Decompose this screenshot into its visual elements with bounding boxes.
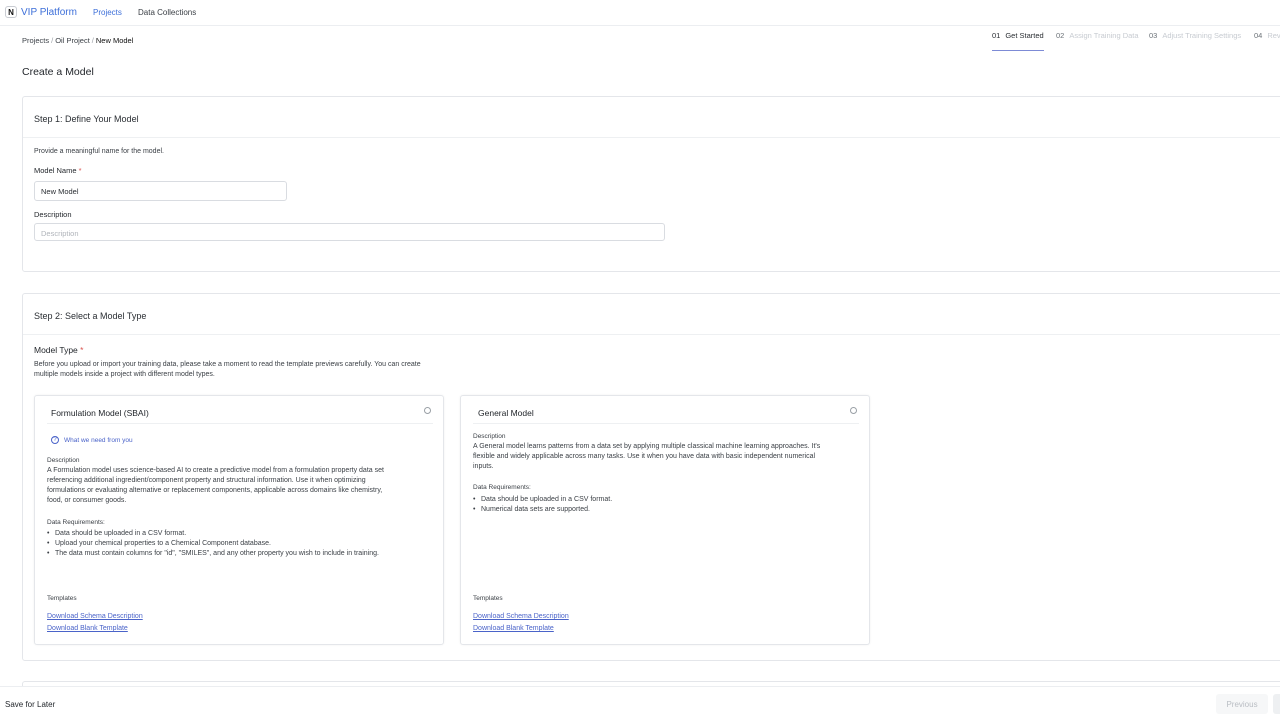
download-blank-template-link[interactable]: Download Blank Template [473, 625, 554, 632]
step1-card: Step 1: Define Your Model Provide a mean… [22, 96, 1280, 272]
description-label: Description [47, 457, 80, 464]
step-label: Get Started [1005, 31, 1044, 40]
list-item: Data should be uploaded in a CSV format. [47, 529, 439, 539]
what-we-need-link[interactable]: ? What we need from you [51, 436, 133, 444]
formulation-description: A Formulation model uses science-based A… [47, 466, 439, 506]
wizard-footer: Save for Later Previous [0, 686, 1280, 720]
description-line: food, or consumer goods. [47, 497, 127, 504]
general-description: A General model learns patterns from a d… [473, 442, 865, 472]
download-schema-link[interactable]: Download Schema Description [47, 613, 143, 620]
formulation-model-title: Formulation Model (SBAI) [51, 408, 149, 418]
formulation-model-card[interactable]: Formulation Model (SBAI) ? What we need … [34, 395, 444, 645]
general-model-card[interactable]: General Model Description A General mode… [460, 395, 870, 645]
model-type-intro: Before you upload or import your trainin… [34, 360, 421, 380]
data-requirements-label: Data Requirements: [47, 519, 105, 526]
nav-link-projects[interactable]: Projects [93, 8, 122, 17]
breadcrumb: Projects / Oil Project / New Model [22, 36, 133, 45]
data-requirements-label: Data Requirements: [473, 484, 531, 491]
step-get-started[interactable]: 01 Get Started [992, 31, 1044, 51]
step2-card: Step 2: Select a Model Type Model Type *… [22, 293, 1280, 661]
what-we-need-text: What we need from you [64, 436, 133, 444]
breadcrumb-separator: / [51, 36, 54, 45]
nav-link-data-collections[interactable]: Data Collections [138, 8, 196, 17]
description-line: inputs. [473, 463, 494, 470]
general-requirements-list: Data should be uploaded in a CSV format.… [473, 495, 865, 515]
model-type-label: Model Type * [34, 345, 83, 355]
description-label: Description [34, 210, 72, 219]
breadcrumb-separator: / [91, 36, 94, 45]
download-blank-template-link[interactable]: Download Blank Template [47, 625, 128, 632]
description-line: A Formulation model uses science-based A… [47, 467, 384, 474]
description-line: formulations or evaluating alternative o… [47, 487, 383, 494]
intro-line: Before you upload or import your trainin… [34, 361, 421, 368]
step-number: 04 [1254, 31, 1263, 40]
model-name-label-text: Model Name [34, 166, 77, 175]
breadcrumb-current: New Model [95, 36, 134, 45]
question-circle-icon: ? [51, 436, 59, 444]
required-marker: * [80, 345, 84, 355]
step-number: 02 [1056, 31, 1065, 40]
step-label: Adjust Training Settings [1162, 31, 1242, 40]
list-item: The data must contain columns for "id", … [47, 549, 439, 559]
list-item: Numerical data sets are supported. [473, 505, 865, 515]
save-for-later-button[interactable]: Save for Later [5, 700, 55, 709]
top-nav-bar: N VIP Platform Projects Data Collections [0, 0, 1280, 26]
intro-line: multiple models inside a project with di… [34, 371, 215, 378]
required-marker: * [78, 166, 82, 175]
formulation-requirements-list: Data should be uploaded in a CSV format.… [47, 529, 439, 559]
step-label: Rev [1267, 31, 1280, 40]
card-divider [47, 423, 433, 424]
templates-label: Templates [47, 595, 77, 602]
card-divider [473, 423, 859, 424]
download-schema-link[interactable]: Download Schema Description [473, 613, 569, 620]
step1-title: Step 1: Define Your Model [23, 97, 1280, 138]
page-title: Create a Model [22, 66, 94, 78]
general-model-radio[interactable] [850, 407, 857, 414]
step1-hint: Provide a meaningful name for the model. [34, 148, 164, 155]
step-adjust-training-settings[interactable]: 03 Adjust Training Settings [1149, 31, 1241, 51]
step2-title: Step 2: Select a Model Type [23, 294, 1280, 335]
next-button[interactable] [1273, 694, 1280, 714]
model-name-label: Model Name * [34, 166, 82, 175]
breadcrumb-item-project[interactable]: Oil Project [55, 36, 90, 45]
step-assign-training-data[interactable]: 02 Assign Training Data [1056, 31, 1139, 51]
step-number: 01 [992, 31, 1001, 40]
list-item: Upload your chemical properties to a Che… [47, 539, 439, 549]
description-line: A General model learns patterns from a d… [473, 443, 821, 450]
list-item: Data should be uploaded in a CSV format. [473, 495, 865, 505]
step-label: Assign Training Data [1069, 31, 1139, 40]
description-input[interactable]: Description [34, 223, 665, 241]
formulation-model-radio[interactable] [424, 407, 431, 414]
templates-label: Templates [473, 595, 503, 602]
breadcrumb-item-projects[interactable]: Projects [22, 36, 49, 45]
app-name[interactable]: VIP Platform [21, 7, 77, 18]
description-line: referencing additional ingredient/compon… [47, 477, 366, 484]
model-name-input[interactable]: New Model [34, 181, 287, 201]
step-review[interactable]: 04 Rev [1254, 31, 1280, 51]
description-label: Description [473, 433, 506, 440]
previous-button[interactable]: Previous [1216, 694, 1268, 714]
general-model-title: General Model [478, 408, 534, 418]
model-type-label-text: Model Type [34, 345, 78, 355]
step-number: 03 [1149, 31, 1158, 40]
app-logo-icon[interactable]: N [5, 6, 17, 18]
description-line: flexible and widely applicable across ma… [473, 453, 816, 460]
